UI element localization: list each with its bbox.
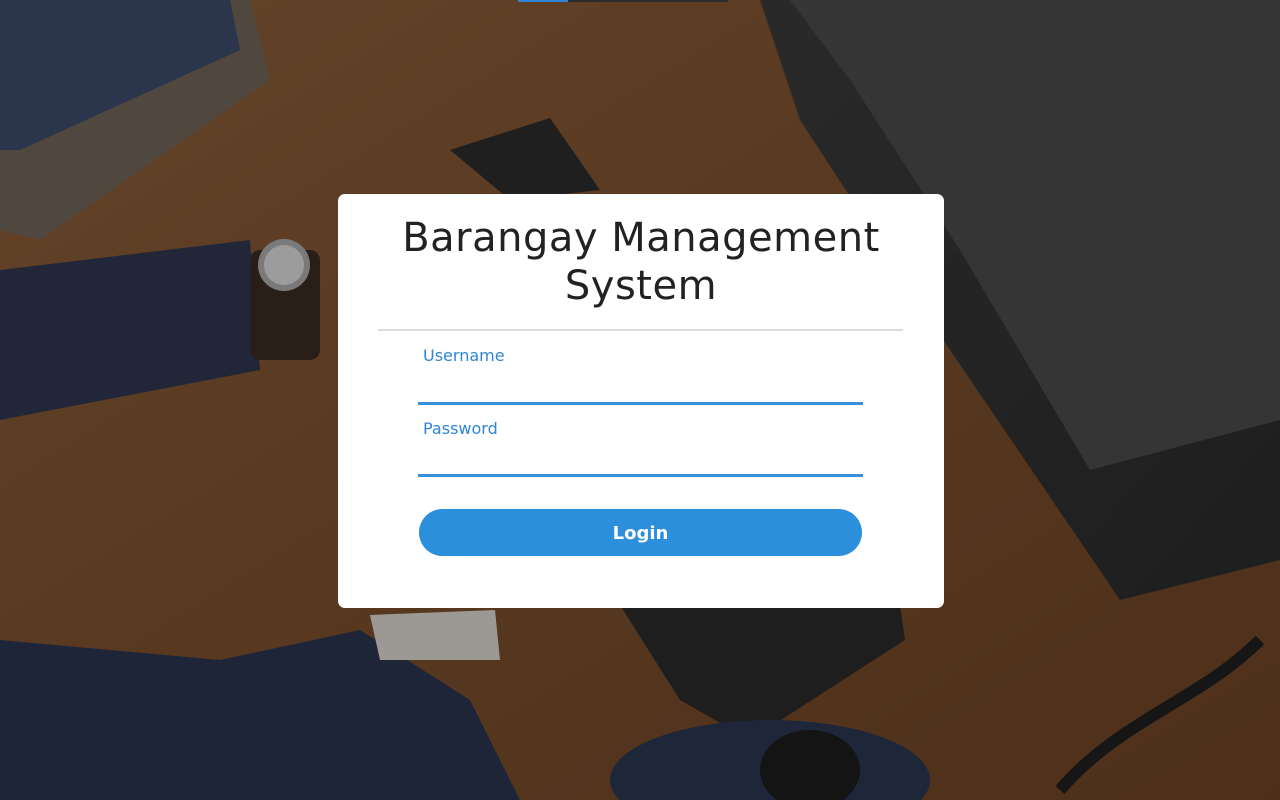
login-button[interactable]: Login bbox=[419, 509, 862, 556]
top-progress-bar bbox=[518, 0, 728, 2]
username-label: Username bbox=[423, 346, 505, 365]
username-input[interactable] bbox=[418, 371, 863, 405]
password-label: Password bbox=[423, 419, 498, 438]
login-card: Barangay Management System Username Pass… bbox=[338, 194, 944, 608]
top-progress-accent bbox=[518, 0, 568, 2]
title-divider bbox=[378, 329, 903, 331]
page-title: Barangay Management System bbox=[402, 215, 880, 309]
password-input[interactable] bbox=[418, 443, 863, 477]
